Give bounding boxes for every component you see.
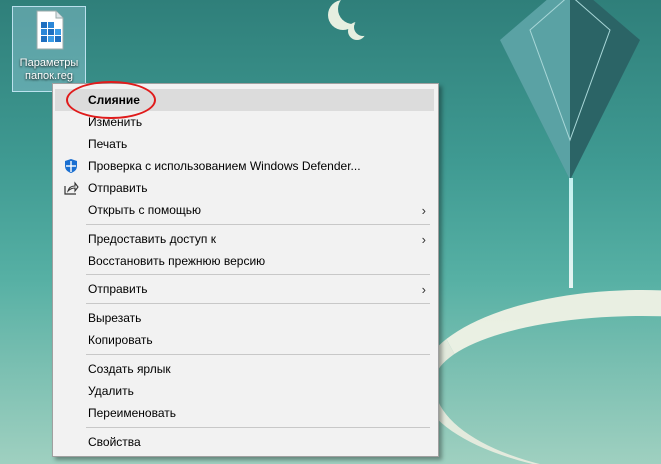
menu-item-label: Открыть с помощью — [88, 203, 202, 217]
wallpaper-planet-ring — [420, 290, 661, 464]
chevron-right-icon: › — [421, 282, 426, 297]
menu-item-label: Копировать — [88, 333, 153, 347]
menu-item-label: Отправить — [88, 181, 148, 195]
menu-item-label: Предоставить доступ к — [88, 232, 216, 246]
menu-item-copy[interactable]: Копировать — [55, 329, 434, 351]
menu-item-restore-previous[interactable]: Восстановить прежнюю версию — [55, 250, 434, 272]
menu-item-edit[interactable]: Изменить — [55, 111, 434, 133]
menu-item-give-access[interactable]: Предоставить доступ к › — [55, 228, 434, 250]
wallpaper-moon — [354, 18, 372, 36]
menu-item-defender-scan[interactable]: Проверка с использованием Windows Defend… — [55, 155, 434, 177]
desktop-icon-reg-file[interactable]: Параметры папок.reg — [12, 6, 86, 92]
menu-item-print[interactable]: Печать — [55, 133, 434, 155]
menu-separator — [86, 354, 430, 355]
menu-item-merge[interactable]: Слияние — [55, 89, 434, 111]
share-icon — [64, 181, 79, 195]
chevron-right-icon: › — [421, 232, 426, 247]
menu-separator — [86, 224, 430, 225]
registry-file-icon — [36, 10, 64, 50]
menu-separator — [86, 303, 430, 304]
menu-item-label: Отправить — [88, 282, 148, 296]
menu-item-label: Вырезать — [88, 311, 142, 325]
menu-item-properties[interactable]: Свойства — [55, 431, 434, 453]
menu-item-label: Свойства — [88, 435, 141, 449]
menu-item-label: Удалить — [88, 384, 134, 398]
menu-item-create-shortcut[interactable]: Создать ярлык — [55, 358, 434, 380]
context-menu: Слияние Изменить Печать Проверка с испол… — [52, 83, 439, 457]
menu-separator — [86, 274, 430, 275]
menu-item-cut[interactable]: Вырезать — [55, 307, 434, 329]
wallpaper-beam — [569, 178, 573, 288]
menu-item-label: Проверка с использованием Windows Defend… — [88, 159, 361, 173]
menu-item-delete[interactable]: Удалить — [55, 380, 434, 402]
menu-item-label: Создать ярлык — [88, 362, 171, 376]
menu-item-send-to[interactable]: Отправить › — [55, 278, 434, 300]
menu-item-open-with[interactable]: Открыть с помощью › — [55, 199, 434, 221]
menu-item-label: Восстановить прежнюю версию — [88, 254, 266, 268]
wallpaper-ship — [500, 0, 640, 180]
menu-item-label: Переименовать — [88, 406, 176, 420]
menu-item-label: Печать — [88, 137, 128, 151]
menu-item-label: Слияние — [88, 93, 140, 107]
menu-separator — [86, 427, 430, 428]
menu-item-label: Изменить — [88, 115, 143, 129]
chevron-right-icon: › — [421, 203, 426, 218]
menu-item-share[interactable]: Отправить — [55, 177, 434, 199]
desktop-icon-label: Параметры папок.reg — [19, 57, 79, 82]
menu-item-rename[interactable]: Переименовать — [55, 402, 434, 424]
windows-defender-shield-icon — [65, 159, 77, 173]
